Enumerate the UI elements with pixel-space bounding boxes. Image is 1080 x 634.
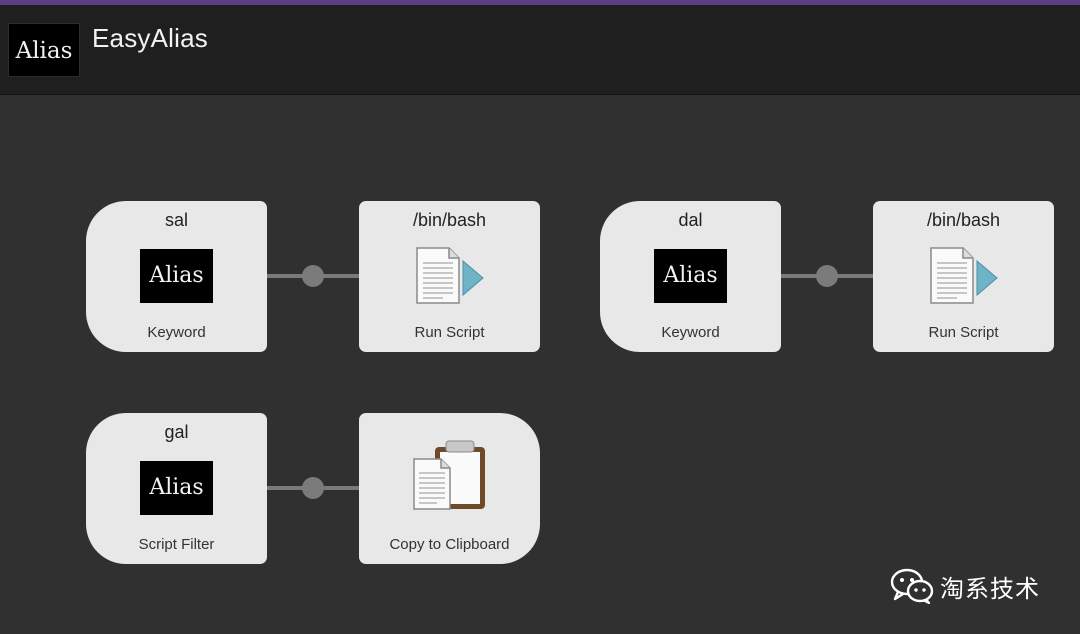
connection-handle-sal[interactable] bbox=[302, 265, 324, 287]
alias-icon: Alias bbox=[654, 249, 727, 303]
node-title: /bin/bash bbox=[926, 210, 1001, 230]
alias-icon: Alias bbox=[140, 461, 213, 515]
node-title: sal bbox=[164, 210, 188, 230]
wechat-icon bbox=[890, 568, 934, 604]
node-gal-script-filter[interactable]: gal Alias Script Filter bbox=[86, 413, 267, 564]
alias-icon: Alias bbox=[140, 249, 213, 303]
node-dal-keyword[interactable]: dal Alias Keyword bbox=[600, 201, 781, 352]
workflow-alias-icon: Alias bbox=[8, 23, 80, 77]
workflow-title: EasyAlias bbox=[92, 23, 208, 53]
node-type-label: Run Script bbox=[414, 324, 485, 341]
workflow-header: Alias EasyAlias bbox=[0, 5, 1080, 95]
node-type-label: Keyword bbox=[661, 324, 720, 341]
node-sal-keyword[interactable]: sal Alias Keyword bbox=[86, 201, 267, 352]
node-type-label: Script Filter bbox=[138, 536, 215, 553]
node-type-label: Copy to Clipboard bbox=[389, 536, 510, 553]
node-sal-run-script[interactable]: /bin/bash Run Script bbox=[359, 201, 540, 352]
clipboard-icon bbox=[413, 440, 485, 510]
script-document-icon bbox=[930, 247, 998, 304]
node-type-label: Run Script bbox=[928, 324, 999, 341]
node-type-label: Keyword bbox=[147, 324, 206, 341]
node-dal-run-script[interactable]: /bin/bash Run Script bbox=[873, 201, 1054, 352]
watermark: 淘系技术 bbox=[890, 566, 1040, 606]
connection-handle-dal[interactable] bbox=[816, 265, 838, 287]
script-document-icon bbox=[416, 247, 484, 304]
node-gal-copy-to-clipboard[interactable]: Copy to Clipboard bbox=[359, 413, 540, 564]
watermark-text: 淘系技术 bbox=[940, 574, 1040, 603]
connection-handle-gal[interactable] bbox=[302, 477, 324, 499]
node-title: dal bbox=[678, 210, 703, 230]
node-title: gal bbox=[164, 422, 189, 442]
workflow-canvas[interactable]: sal Alias Keyword /bin/bash Run Script d… bbox=[0, 95, 1080, 634]
node-title: /bin/bash bbox=[412, 210, 487, 230]
